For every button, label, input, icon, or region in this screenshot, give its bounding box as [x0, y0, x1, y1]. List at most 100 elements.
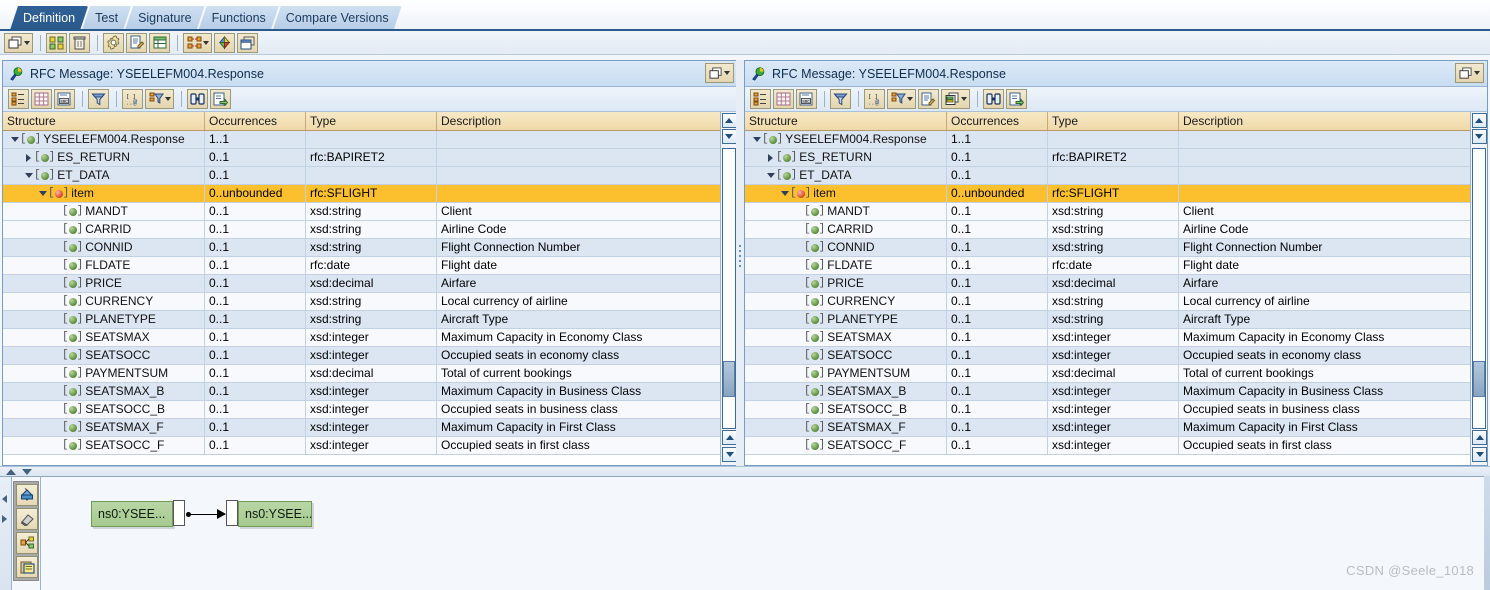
- filter-collapse-button[interactable]: [88, 89, 109, 109]
- table-row[interactable]: [] SEATSMAX_F 0..1 xsd:integer Maximum Capac…: [3, 419, 737, 437]
- table-row[interactable]: [] CONNID 0..1 xsd:string Flight Connection …: [745, 239, 1487, 257]
- table-row[interactable]: [] PRICE 0..1 xsd:decimal Airfare: [745, 275, 1487, 293]
- structure-cell[interactable]: [] ET_DATA: [3, 167, 205, 185]
- structure-cell[interactable]: [] SEATSMAX_B: [3, 383, 205, 401]
- table-row[interactable]: [] CARRID 0..1 xsd:string Airline Code: [3, 221, 737, 239]
- find-button[interactable]: [187, 89, 208, 109]
- restore-window-button[interactable]: [705, 63, 734, 83]
- tab-signature[interactable]: Signature: [125, 6, 205, 30]
- export-button[interactable]: [210, 89, 231, 109]
- source-view-button[interactable]: SRC: [54, 89, 75, 109]
- table-row[interactable]: [] SEATSOCC 0..1 xsd:integer Occupied seats …: [745, 347, 1487, 365]
- column-header-description[interactable]: Description: [1179, 112, 1487, 130]
- structure-cell[interactable]: [] FLDATE: [3, 257, 205, 275]
- table-row[interactable]: [] CURRENCY 0..1 xsd:string Local currency o…: [745, 293, 1487, 311]
- table-row[interactable]: [] SEATSMAX_F 0..1 xsd:integer Maximum Capac…: [745, 419, 1487, 437]
- expand-collapse-toggle[interactable]: [765, 149, 776, 166]
- column-header-type[interactable]: Type: [1048, 112, 1179, 130]
- source-view-button[interactable]: SRC: [796, 89, 817, 109]
- structure-cell[interactable]: [] MANDT: [745, 203, 947, 221]
- grid-view-button[interactable]: [31, 89, 52, 109]
- expand-collapse-toggle[interactable]: [779, 185, 790, 202]
- table-row[interactable]: [] SEATSOCC_B 0..1 xsd:integer Occupied seat…: [3, 401, 737, 419]
- structure-cell[interactable]: [] CONNID: [3, 239, 205, 257]
- expand-collapse-toggle[interactable]: [37, 185, 48, 202]
- table-row[interactable]: [] YSEELEFM004.Response 1..1: [745, 131, 1487, 149]
- structure-cell[interactable]: [] SEATSMAX_B: [745, 383, 947, 401]
- structure-cell[interactable]: [] YSEELEFM004.Response: [745, 131, 947, 149]
- scroll-track[interactable]: [1472, 148, 1486, 429]
- table-row[interactable]: [] SEATSMAX_B 0..1 xsd:integer Maximum Capac…: [745, 383, 1487, 401]
- table-row[interactable]: [] MANDT 0..1 xsd:string Client: [745, 203, 1487, 221]
- documentation-button[interactable]: [126, 32, 147, 53]
- filter-button[interactable]: [887, 89, 916, 109]
- filter-button[interactable]: [145, 89, 174, 109]
- structure-cell[interactable]: [] CONNID: [745, 239, 947, 257]
- structure-cell[interactable]: [] item: [3, 185, 205, 203]
- structure-cell[interactable]: [] SEATSOCC_B: [3, 401, 205, 419]
- layout-button[interactable]: [149, 32, 170, 53]
- structure-cell[interactable]: [] CURRENCY: [3, 293, 205, 311]
- column-header-type[interactable]: Type: [306, 112, 437, 130]
- left-vertical-scrollbar[interactable]: [720, 112, 737, 465]
- scroll-up-button-bottom[interactable]: [1472, 430, 1487, 445]
- structure-cell[interactable]: [] PLANETYPE: [745, 311, 947, 329]
- structure-cell[interactable]: [] PRICE: [3, 275, 205, 293]
- structure-cell[interactable]: [] PAYMENTSUM: [3, 365, 205, 383]
- settings-button[interactable]: [103, 32, 124, 53]
- scroll-thumb[interactable]: [723, 361, 735, 398]
- find-button[interactable]: [983, 89, 1004, 109]
- scroll-down-button-top[interactable]: [721, 129, 737, 144]
- structure-cell[interactable]: [] YSEELEFM004.Response: [3, 131, 205, 149]
- table-row[interactable]: [] SEATSMAX 0..1 xsd:integer Maximum Capacit…: [745, 329, 1487, 347]
- table-row[interactable]: [] CONNID 0..1 xsd:string Flight Connection …: [3, 239, 737, 257]
- structure-cell[interactable]: [] SEATSOCC_F: [3, 437, 205, 455]
- structure-cell[interactable]: [] MANDT: [3, 203, 205, 221]
- structure-cell[interactable]: [] CARRID: [745, 221, 947, 239]
- structure-cell[interactable]: [] SEATSMAX: [3, 329, 205, 347]
- scroll-up-button[interactable]: [721, 113, 737, 128]
- table-row[interactable]: [] ES_RETURN 0..1 rfc:BAPIRET2: [745, 149, 1487, 167]
- structure-cell[interactable]: [] SEATSOCC: [3, 347, 205, 365]
- expand-collapse-toggle[interactable]: [751, 131, 762, 148]
- target-message-node[interactable]: ns0:YSEE...: [238, 501, 312, 527]
- table-row[interactable]: [] SEATSOCC_F 0..1 xsd:integer Occupied seat…: [745, 437, 1487, 455]
- expand-collapse-toggle[interactable]: [23, 149, 34, 166]
- structure-cell[interactable]: [] SEATSOCC: [745, 347, 947, 365]
- structure-cell[interactable]: [] SEATSMAX_F: [3, 419, 205, 437]
- table-row[interactable]: [] ES_RETURN 0..1 rfc:BAPIRET2: [3, 149, 737, 167]
- namespace-button[interactable]: [ ].. @: [864, 89, 885, 109]
- copy-structure-button[interactable]: [941, 89, 970, 109]
- structure-cell[interactable]: [] item: [745, 185, 947, 203]
- mapping-button[interactable]: [183, 32, 212, 53]
- source-node-port[interactable]: [173, 500, 185, 526]
- collapse-left-icon[interactable]: [2, 495, 7, 503]
- table-row[interactable]: [] PAYMENTSUM 0..1 xsd:decimal Total of curr…: [745, 365, 1487, 383]
- structure-cell[interactable]: [] FLDATE: [745, 257, 947, 275]
- table-row[interactable]: [] ET_DATA 0..1: [3, 167, 737, 185]
- table-row[interactable]: [] item 0..unbounded rfc:SFLIGHT: [745, 185, 1487, 203]
- table-row[interactable]: [] CURRENCY 0..1 xsd:string Local currency o…: [3, 293, 737, 311]
- table-row[interactable]: [] SEATSOCC_F 0..1 xsd:integer Occupied seat…: [3, 437, 737, 455]
- table-row[interactable]: [] SEATSMAX_B 0..1 xsd:integer Maximum Capac…: [3, 383, 737, 401]
- grid-view-button[interactable]: [773, 89, 794, 109]
- dependencies-button[interactable]: [214, 32, 235, 53]
- table-row[interactable]: [] MANDT 0..1 xsd:string Client: [3, 203, 737, 221]
- table-row[interactable]: [] FLDATE 0..1 rfc:date Flight date: [3, 257, 737, 275]
- table-row[interactable]: [] CARRID 0..1 xsd:string Airline Code: [745, 221, 1487, 239]
- table-row[interactable]: [] SEATSOCC_B 0..1 xsd:integer Occupied seat…: [745, 401, 1487, 419]
- collapse-up-icon[interactable]: [6, 469, 16, 475]
- delete-button[interactable]: [69, 32, 90, 53]
- table-row[interactable]: [] FLDATE 0..1 rfc:date Flight date: [745, 257, 1487, 275]
- duplicate-object-button[interactable]: [4, 32, 33, 53]
- fill-color-button[interactable]: [16, 484, 38, 506]
- expand-collapse-toggle[interactable]: [9, 131, 20, 148]
- structure-cell[interactable]: [] ES_RETURN: [745, 149, 947, 167]
- structure-cell[interactable]: [] ET_DATA: [745, 167, 947, 185]
- restore-window-button[interactable]: [1455, 63, 1484, 83]
- structure-cell[interactable]: [] PLANETYPE: [3, 311, 205, 329]
- collapse-down-icon[interactable]: [22, 469, 32, 475]
- structure-cell[interactable]: [] CARRID: [3, 221, 205, 239]
- scroll-down-button[interactable]: [722, 447, 737, 462]
- splitter-grip[interactable]: [739, 245, 741, 281]
